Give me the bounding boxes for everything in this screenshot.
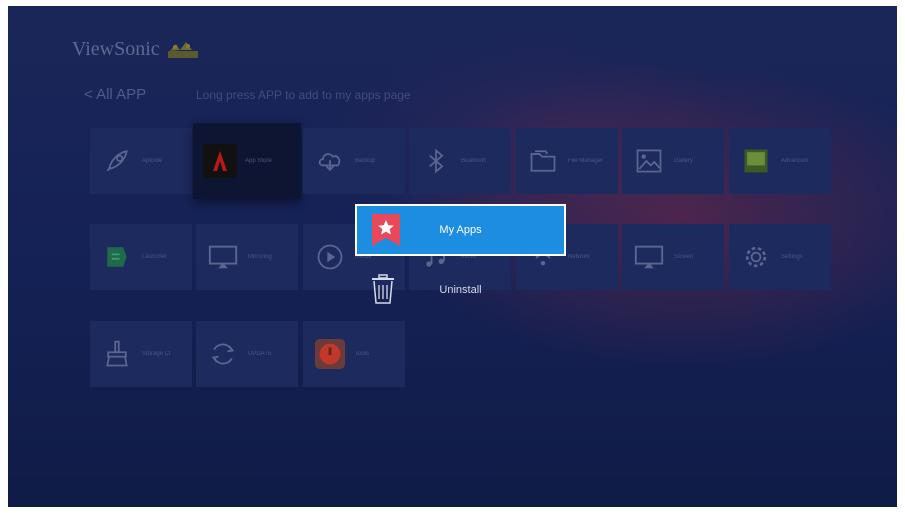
power-red-icon xyxy=(313,337,347,371)
menu-item-uninstall[interactable]: Uninstall xyxy=(355,266,566,314)
menu-item-label: My Apps xyxy=(439,224,482,236)
brand-logo: ViewSonic xyxy=(72,34,200,64)
app-tile[interactable]: Storage Cl xyxy=(90,321,192,387)
brand-name: ViewSonic xyxy=(72,37,160,60)
app-tile[interactable]: App Store xyxy=(193,123,301,199)
menu-item-label: Uninstall xyxy=(439,284,482,296)
app-tile[interactable]: File Manager xyxy=(516,128,618,194)
app-label: Backup xyxy=(355,158,376,164)
app-label: Tools xyxy=(355,351,370,357)
hint-text: Long press APP to add to my apps page xyxy=(196,88,411,102)
app-tile[interactable]: Mirroring xyxy=(196,224,298,290)
launcher-icon xyxy=(100,240,134,274)
app-label: UPDATE xyxy=(248,351,272,357)
app-label: Launcher xyxy=(142,254,168,260)
app-tile[interactable]: Bluetooth xyxy=(409,128,511,194)
image-icon xyxy=(632,144,666,178)
app-label: Screen xyxy=(674,254,694,260)
app-tile[interactable]: Screen xyxy=(622,224,724,290)
green-square-icon xyxy=(739,144,773,178)
tv-screen: ViewSonic < All APP Long press APP to ad… xyxy=(8,6,897,507)
app-tile[interactable]: Settings xyxy=(729,224,831,290)
menu-item-my-apps[interactable]: My Apps xyxy=(355,204,566,256)
app-tile[interactable]: Advanced xyxy=(729,128,831,194)
app-label: Advanced xyxy=(781,158,808,164)
app-label: Bluetooth xyxy=(461,158,487,164)
app-label: File Manager xyxy=(568,158,604,164)
app-tile[interactable]: Aptoide xyxy=(90,128,192,194)
app-label: Settings xyxy=(781,254,803,260)
cloud-download-icon xyxy=(313,144,347,178)
app-label: App Store xyxy=(245,158,272,164)
play-icon xyxy=(313,240,347,274)
app-label: Network xyxy=(568,254,591,260)
app-tile[interactable]: Tools xyxy=(303,321,405,387)
rocket-icon xyxy=(100,144,134,178)
cast-screen-icon xyxy=(206,240,240,274)
folder-icon xyxy=(526,144,560,178)
back-button[interactable]: < All APP xyxy=(84,86,146,103)
cast-screen-icon xyxy=(632,240,666,274)
bluetooth-icon xyxy=(419,144,453,178)
gear-icon xyxy=(739,240,773,274)
app-tile[interactable]: Backup xyxy=(303,128,405,194)
refresh-icon xyxy=(206,337,240,371)
app-tile[interactable]: UPDATE xyxy=(196,321,298,387)
app-label: Aptoide xyxy=(142,158,163,164)
app-tile[interactable]: Gallery xyxy=(622,128,724,194)
app-store-icon xyxy=(203,144,237,178)
birds-logo-icon xyxy=(167,42,198,58)
app-label: Storage Cl xyxy=(142,351,171,357)
app-label: Mirroring xyxy=(248,254,272,260)
app-tile[interactable]: Launcher xyxy=(90,224,192,290)
app-label: Gallery xyxy=(674,158,694,164)
broom-icon xyxy=(100,337,134,371)
